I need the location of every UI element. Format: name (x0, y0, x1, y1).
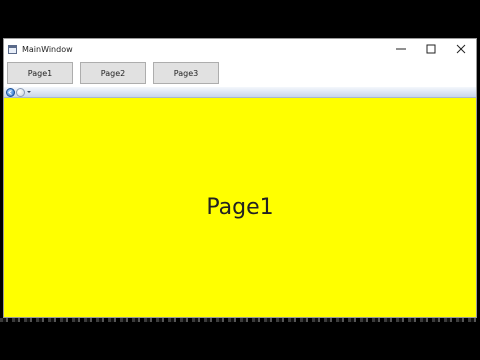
app-window-icon[interactable] (8, 44, 17, 54)
close-icon (456, 44, 466, 54)
page-content: Page1 (4, 98, 476, 317)
page1-button[interactable]: Page1 (7, 62, 73, 84)
forward-arrow-icon[interactable] (16, 87, 25, 97)
back-arrow-icon[interactable] (6, 87, 15, 97)
maximize-button[interactable] (416, 39, 446, 59)
title-bar[interactable]: MainWindow (4, 39, 476, 59)
page2-button[interactable]: Page2 (80, 62, 146, 84)
minimize-icon (396, 48, 406, 50)
page-content-title: Page1 (206, 195, 274, 220)
back-arrow-glyph (8, 89, 12, 95)
history-dropdown-icon[interactable] (27, 91, 31, 93)
window-controls (386, 39, 476, 59)
window-title: MainWindow (22, 44, 73, 54)
page-toolbar: Page1 Page2 Page3 (4, 59, 476, 87)
minimize-button[interactable] (386, 39, 416, 59)
close-button[interactable] (446, 39, 476, 59)
background-strip (0, 318, 480, 322)
maximize-icon (426, 44, 436, 54)
page3-button[interactable]: Page3 (153, 62, 219, 84)
main-window: MainWindow Page1 Page2 Page3 Page1 (3, 38, 477, 318)
navigation-bar (4, 87, 476, 98)
